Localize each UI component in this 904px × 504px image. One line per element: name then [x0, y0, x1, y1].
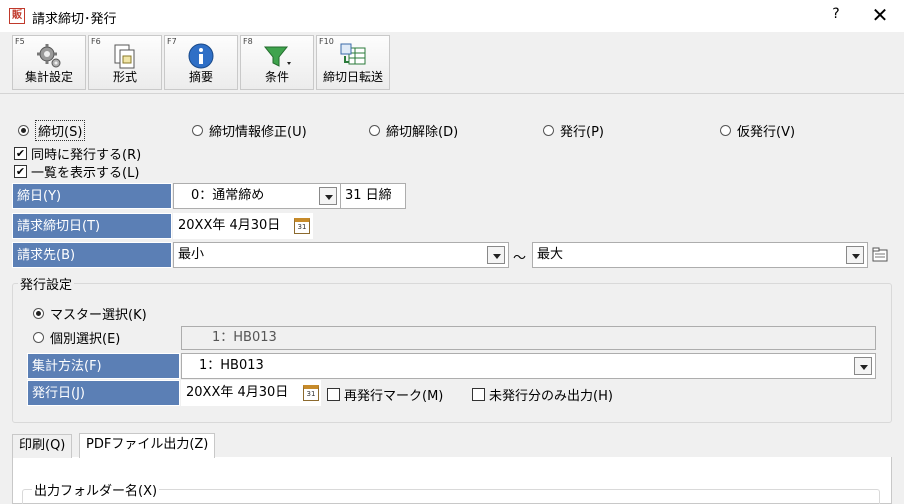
close-button[interactable]: ✕ — [868, 3, 892, 27]
closing-day-suffix: 31 日締 — [340, 183, 406, 209]
radio-indicator — [18, 124, 29, 136]
show-list-checkbox[interactable]: ✔ 一覧を表示する(L) — [14, 162, 140, 181]
info-icon — [188, 43, 214, 69]
chevron-down-icon[interactable] — [846, 246, 864, 264]
checkmark-icon: ✔ — [14, 146, 27, 160]
issue-date-label: 発行日(J) — [27, 380, 180, 406]
simultaneous-issue-label: 同時に発行する(R) — [31, 147, 142, 163]
conditions-button[interactable]: F8 条件 — [240, 35, 314, 90]
closing-day-select[interactable]: 0：通常締め — [173, 183, 341, 209]
mode-cutoff-radio[interactable]: 締切(S) — [18, 119, 86, 141]
format-label: 形式 — [112, 70, 137, 84]
mode-cutoff-cancel-label: 締切解除(D) — [386, 124, 459, 140]
unissued-only-label: 未発行分のみ出力(H) — [489, 388, 613, 404]
individual-select-label: 個別選択(E) — [50, 331, 121, 347]
radio-indicator — [369, 124, 380, 136]
radio-indicator — [543, 124, 554, 136]
fkey-label: F6 — [91, 37, 101, 46]
title-bar: 販 請求締切･発行 ? ✕ — [0, 0, 904, 32]
filter-icon — [263, 46, 291, 67]
radio-indicator — [720, 124, 731, 136]
individual-select-radio[interactable]: 個別選択(E) — [33, 328, 121, 347]
fkey-label: F10 — [319, 37, 334, 46]
checkmark-icon: ✔ — [14, 164, 27, 178]
fkey-label: F7 — [167, 37, 177, 46]
help-button[interactable]: ? — [826, 6, 846, 26]
tab-print-label: 印刷(Q) — [19, 438, 66, 453]
checkbox-indicator — [472, 387, 485, 401]
mode-cutoff-info-edit-radio[interactable]: 締切情報修正(U) — [192, 121, 307, 140]
reissue-mark-label: 再発行マーク(M) — [344, 388, 444, 404]
billing-to-label: 請求先(B) — [12, 242, 172, 268]
window-title: 請求締切･発行 — [32, 12, 117, 27]
individual-select-field: 1：HB013 — [181, 326, 876, 350]
summary-label: 摘要 — [188, 70, 213, 84]
tab-print[interactable]: 印刷(Q) — [12, 434, 73, 458]
radio-indicator — [33, 331, 44, 343]
radio-indicator — [33, 307, 44, 319]
billing-to-from-select[interactable]: 最小 — [173, 242, 509, 268]
show-list-label: 一覧を表示する(L) — [31, 165, 140, 181]
master-select-label: マスター選択(K) — [50, 307, 147, 323]
table-transfer-icon — [340, 43, 366, 65]
aggregate-settings-label: 集計設定 — [24, 70, 73, 84]
summary-button[interactable]: F7 摘要 — [164, 35, 238, 90]
gear-icon — [37, 44, 61, 68]
issue-date-value: 20XX年 4月30日 — [186, 385, 289, 400]
chevron-down-icon[interactable] — [319, 187, 337, 205]
output-folder-title: 出力フォルダー名(X) — [32, 480, 160, 499]
chevron-down-icon[interactable] — [487, 246, 505, 264]
billing-to-to-select[interactable]: 最大 — [532, 242, 868, 268]
master-select-radio[interactable]: マスター選択(K) — [33, 304, 147, 323]
calendar-icon[interactable]: 31 — [294, 218, 310, 234]
closing-day-label: 締日(Y) — [12, 183, 172, 209]
tab-pdf-output-label: PDFファイル出力(Z) — [86, 437, 209, 452]
mode-provisional-issue-label: 仮発行(V) — [737, 124, 796, 140]
range-tilde: ～ — [513, 251, 527, 266]
fkey-label: F5 — [15, 37, 25, 46]
billing-cutoff-date-input[interactable]: 20XX年 4月30日 — [173, 213, 313, 239]
cutoff-transfer-button[interactable]: F10 締切日転送 — [316, 35, 390, 90]
tab-pdf-output[interactable]: PDFファイル出力(Z) — [79, 433, 216, 458]
mode-cutoff-info-edit-label: 締切情報修正(U) — [209, 124, 307, 140]
toolbar: F5 集計設定 F6 形式 F7 摘要 F8 条件 F10 締切日転送 — [0, 32, 904, 94]
aggregation-method-label: 集計方法(F) — [27, 353, 180, 379]
conditions-label: 条件 — [264, 70, 289, 84]
radio-indicator — [192, 124, 203, 136]
calendar-icon[interactable]: 31 — [303, 385, 319, 401]
issue-date-input[interactable]: 20XX年 4月30日 — [181, 380, 321, 406]
unissued-only-checkbox[interactable]: 未発行分のみ出力(H) — [472, 385, 613, 404]
billing-cutoff-date-label: 請求締切日(T) — [12, 213, 172, 239]
mode-cutoff-cancel-radio[interactable]: 締切解除(D) — [369, 121, 459, 140]
aggregation-method-select[interactable]: 1：HB013 — [181, 353, 876, 379]
aggregation-method-value: 1：HB013 — [186, 358, 264, 373]
closing-day-value: 0：通常締め — [178, 188, 265, 203]
format-button[interactable]: F6 形式 — [88, 35, 162, 90]
chevron-down-icon[interactable] — [854, 357, 872, 375]
list-lookup-icon[interactable] — [871, 246, 889, 264]
billing-to-from-value: 最小 — [178, 247, 205, 262]
reissue-mark-checkbox[interactable]: 再発行マーク(M) — [327, 385, 444, 404]
fkey-label: F8 — [243, 37, 253, 46]
billing-to-to-value: 最大 — [537, 247, 564, 262]
app-icon: 販 — [9, 8, 25, 24]
simultaneous-issue-checkbox[interactable]: ✔ 同時に発行する(R) — [14, 144, 142, 163]
mode-issue-radio[interactable]: 発行(P) — [543, 121, 604, 140]
billing-cutoff-date-value: 20XX年 4月30日 — [178, 218, 281, 233]
mode-provisional-issue-radio[interactable]: 仮発行(V) — [720, 121, 796, 140]
aggregate-settings-button[interactable]: F5 集計設定 — [12, 35, 86, 90]
document-format-icon — [114, 44, 135, 69]
issue-settings-title: 発行設定 — [18, 274, 75, 293]
cutoff-transfer-label: 締切日転送 — [322, 70, 383, 84]
checkbox-indicator — [327, 387, 340, 401]
mode-cutoff-label: 締切(S) — [35, 119, 86, 141]
mode-issue-label: 発行(P) — [560, 124, 604, 140]
